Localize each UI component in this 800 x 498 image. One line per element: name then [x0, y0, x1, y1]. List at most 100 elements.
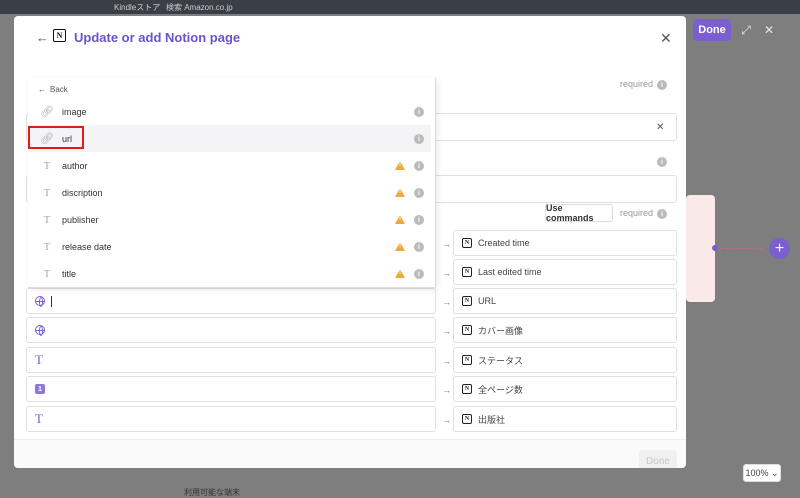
arrow-icon: →	[442, 385, 451, 395]
browser-tab[interactable]: 検索 Amazon.co.jp	[160, 0, 239, 12]
warning-icon: !	[395, 269, 405, 278]
text-icon: T	[43, 267, 51, 280]
dropdown-item-author[interactable]: T author ! i	[28, 152, 431, 179]
required-label: required	[620, 79, 654, 89]
close-icon[interactable]: ✕	[761, 22, 777, 38]
notion-property-created-time[interactable]: N Created time	[453, 230, 677, 256]
arrow-icon: →	[442, 239, 451, 249]
notion-icon: N	[462, 238, 472, 248]
done-button[interactable]: Done	[693, 19, 731, 41]
dropdown-item-label: release date	[62, 241, 112, 252]
notion-property-label: 出版社	[478, 414, 506, 425]
info-icon[interactable]: i	[657, 80, 667, 90]
add-node-button[interactable]: +	[769, 238, 790, 259]
dropdown-item-label: image	[62, 106, 87, 117]
notion-property-url[interactable]: N URL	[453, 288, 677, 314]
text-icon: T	[43, 159, 51, 172]
notion-property-label: カバー画像	[478, 325, 524, 336]
arrow-icon: →	[442, 297, 451, 307]
selection-highlight	[28, 126, 84, 149]
back-arrow-icon[interactable]: ←	[36, 30, 49, 45]
dropdown-item-label: author	[62, 160, 88, 171]
mapping-source-pages[interactable]: 1	[26, 376, 436, 402]
text-icon: T	[35, 352, 43, 367]
arrow-icon: →	[442, 356, 451, 366]
dropdown-item-title[interactable]: T title ! i	[28, 260, 431, 287]
browser-tab-strip: Kindleストア 検索 Amazon.co.jp	[0, 0, 800, 14]
mapping-source-publisher[interactable]: T	[26, 406, 436, 432]
link-icon: 🔗︎	[40, 106, 54, 118]
dropdown-item-label: discription	[62, 187, 103, 198]
dropdown-item-publisher[interactable]: T publisher ! i	[28, 206, 431, 233]
dropdown-item-release-date[interactable]: T release date ! i	[28, 233, 431, 260]
globe-icon	[35, 296, 45, 307]
background-text: 利用可能な端末	[184, 488, 240, 497]
notion-property-pages[interactable]: N 全ページ数	[453, 376, 677, 402]
mapping-source-cover[interactable]	[26, 317, 436, 343]
text-icon: T	[43, 186, 51, 199]
use-commands-button[interactable]: Use commands	[545, 203, 613, 223]
expand-icon[interactable]: ⤢	[738, 22, 754, 38]
arrow-icon: →	[442, 326, 451, 336]
modal-title: Update or add Notion page	[74, 30, 241, 45]
notion-property-publisher[interactable]: N 出版社	[453, 406, 677, 432]
notion-property-label: Created time	[478, 238, 530, 248]
info-icon[interactable]: i	[657, 209, 667, 219]
notion-icon: N	[462, 414, 472, 424]
arrow-icon: →	[442, 268, 451, 278]
info-icon[interactable]: i	[414, 107, 424, 117]
info-icon[interactable]: i	[657, 157, 667, 167]
notion-property-label: Last edited time	[478, 267, 542, 277]
text-cursor	[51, 295, 52, 307]
warning-icon: !	[395, 161, 405, 170]
dropdown-back-button[interactable]: ← Back	[38, 85, 68, 94]
info-icon[interactable]: i	[414, 215, 424, 225]
notion-icon: N	[462, 267, 472, 277]
connection-line	[715, 248, 763, 249]
notion-property-status[interactable]: N ステータス	[453, 347, 677, 373]
notion-property-label: 全ページ数	[478, 384, 523, 395]
info-icon[interactable]: i	[414, 161, 424, 171]
text-icon: T	[43, 240, 51, 253]
text-icon: T	[35, 411, 43, 426]
connection-dot[interactable]	[712, 245, 718, 251]
dropdown-item-label: publisher	[62, 214, 99, 225]
text-icon: T	[43, 213, 51, 226]
zoom-value: 100%	[745, 468, 769, 478]
footer-done-button[interactable]: Done	[639, 450, 677, 468]
modal-footer	[14, 439, 686, 468]
mapping-source-status[interactable]: T	[26, 347, 436, 373]
browser-tab[interactable]: Kindleストア	[108, 0, 166, 12]
dropdown-item-url[interactable]: 🔗︎ url i	[28, 125, 431, 152]
info-icon[interactable]: i	[414, 188, 424, 198]
info-icon[interactable]: i	[414, 269, 424, 279]
number-icon: 1	[35, 384, 45, 394]
notion-property-cover[interactable]: N カバー画像	[453, 317, 677, 343]
notion-icon: N	[462, 384, 472, 394]
info-icon[interactable]: i	[414, 134, 424, 144]
warning-icon: !	[395, 215, 405, 224]
notion-property-label: ステータス	[478, 355, 524, 366]
zoom-select[interactable]: 100% ⌄	[743, 464, 781, 482]
notion-logo-icon: N	[53, 29, 66, 42]
notion-property-label: URL	[478, 296, 497, 306]
clear-icon[interactable]: ✕	[656, 122, 664, 133]
variable-dropdown: ← Back 🔗︎ image i 🔗︎ url i T author ! i …	[28, 78, 436, 288]
info-icon[interactable]: i	[414, 242, 424, 252]
back-arrow-icon: ←	[38, 85, 46, 94]
warning-icon: !	[395, 242, 405, 251]
dropdown-item-label: title	[62, 268, 77, 279]
notion-icon: N	[462, 355, 472, 365]
dropdown-item-discription[interactable]: T discription ! i	[28, 179, 431, 206]
modal-close-icon[interactable]: ✕	[660, 30, 672, 47]
warning-icon: !	[395, 188, 405, 197]
back-label: Back	[50, 85, 68, 94]
workflow-node[interactable]	[686, 195, 715, 302]
globe-icon	[35, 325, 45, 336]
notion-icon: N	[462, 296, 472, 306]
arrow-icon: →	[442, 415, 451, 425]
mapping-source-url[interactable]	[26, 288, 436, 314]
notion-property-last-edited-time[interactable]: N Last edited time	[453, 259, 677, 285]
dropdown-item-image[interactable]: 🔗︎ image i	[28, 98, 431, 125]
notion-icon: N	[462, 325, 472, 335]
